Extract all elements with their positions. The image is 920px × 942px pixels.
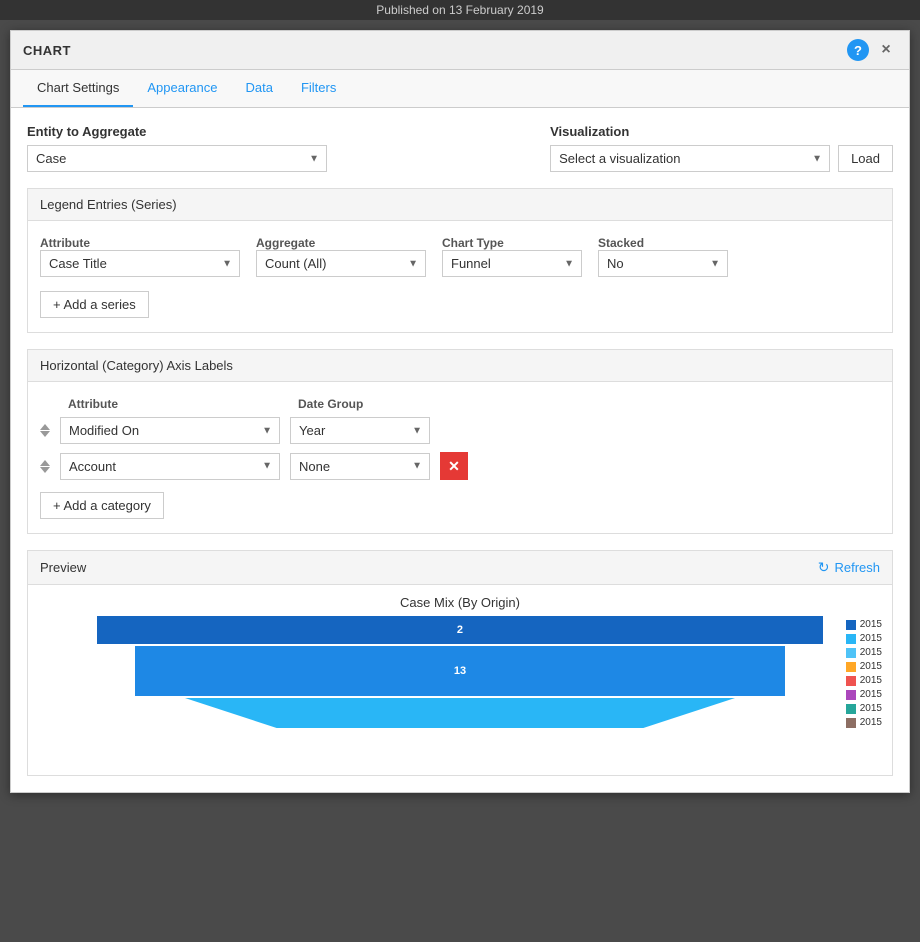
chart-dialog: CHART ? × Chart Settings Appearance Data… xyxy=(10,30,910,793)
visualization-select[interactable]: Select a visualization Bar Chart Line Ch… xyxy=(550,145,830,172)
entity-field-group: Entity to Aggregate Case Account Contact… xyxy=(27,124,526,172)
sort-up-1[interactable] xyxy=(40,424,50,430)
sort-arrows-1[interactable] xyxy=(40,424,50,437)
preview-section: Preview ↻ Refresh Case Mix (By Origin) 2 xyxy=(27,550,893,776)
legend-color-4 xyxy=(846,662,856,672)
aggregate-select-wrapper: Count (All) Sum Average Min Max ▼ xyxy=(256,250,426,277)
chart-content: 2 13 2015 xyxy=(38,616,882,728)
viz-select-wrapper: Select a visualization Bar Chart Line Ch… xyxy=(550,145,830,172)
legend-item-8: 2015 xyxy=(846,717,882,728)
visualization-field-group: Visualization Select a visualization Bar… xyxy=(550,124,893,172)
tab-data[interactable]: Data xyxy=(232,70,287,107)
legend-section: Legend Entries (Series) Attribute Aggreg… xyxy=(27,188,893,333)
load-button[interactable]: Load xyxy=(838,145,893,172)
legend-color-3 xyxy=(846,648,856,658)
funnel-bar-bot xyxy=(154,698,765,728)
sort-arrows-2[interactable] xyxy=(40,460,50,473)
stacked-select-wrapper: No Yes ▼ xyxy=(598,250,728,277)
axis-attribute-select-2[interactable]: Account Modified On Case Title Status xyxy=(60,453,280,480)
attribute-select-wrapper: Case Title Account Modified On Status Pr… xyxy=(40,250,240,277)
top-fields-row: Entity to Aggregate Case Account Contact… xyxy=(27,124,893,172)
preview-header: Preview ↻ Refresh xyxy=(28,551,892,585)
axis-row-1: Modified On Account Case Title Status ▼ … xyxy=(40,417,880,444)
entity-label: Entity to Aggregate xyxy=(27,124,526,139)
funnel-chart: 2 13 xyxy=(78,616,842,728)
axis-attr-select-wrapper-2: Account Modified On Case Title Status ▼ xyxy=(60,453,280,480)
entity-select-wrapper: Case Account Contact Lead ▼ xyxy=(27,145,327,172)
axis-row-2: Account Modified On Case Title Status ▼ … xyxy=(40,452,880,480)
stacked-select[interactable]: No Yes xyxy=(598,250,728,277)
charttype-select-wrapper: Funnel Bar Line Area Pie ▼ xyxy=(442,250,582,277)
legend-data-row: Case Title Account Modified On Status Pr… xyxy=(40,250,880,277)
axis-dategroup-select-1[interactable]: Year Quarter Month Day None xyxy=(290,417,430,444)
top-bar: Published on 13 February 2019 xyxy=(0,0,920,20)
axis-attr-select-wrapper-1: Modified On Account Case Title Status ▼ xyxy=(60,417,280,444)
preview-label: Preview xyxy=(40,560,86,575)
col-charttype-header: Chart Type xyxy=(442,235,582,250)
visualization-label: Visualization xyxy=(550,124,893,139)
dialog-title: CHART xyxy=(23,43,71,58)
legend-item-4: 2015 xyxy=(846,661,882,672)
tab-filters[interactable]: Filters xyxy=(287,70,350,107)
legend-section-body: Attribute Aggregate Chart Type Stacked xyxy=(28,221,892,332)
charttype-select[interactable]: Funnel Bar Line Area Pie xyxy=(442,250,582,277)
col-attribute-header: Attribute xyxy=(40,235,240,250)
chart-title: Case Mix (By Origin) xyxy=(38,595,882,610)
legend-color-8 xyxy=(846,718,856,728)
axis-dategroup-select-wrapper-2: None Year Quarter Month Day ▼ xyxy=(290,453,430,480)
help-button[interactable]: ? xyxy=(847,39,869,61)
funnel-bar-top: 2 xyxy=(97,616,823,644)
chart-legend: 2015 2015 2015 xyxy=(846,619,882,728)
axis-section: Horizontal (Category) Axis Labels Attrib… xyxy=(27,349,893,534)
attribute-select[interactable]: Case Title Account Modified On Status Pr… xyxy=(40,250,240,277)
legend-section-header: Legend Entries (Series) xyxy=(28,189,892,221)
entity-select[interactable]: Case Account Contact Lead xyxy=(27,145,327,172)
legend-column-headers: Attribute Aggregate Chart Type Stacked xyxy=(40,235,880,250)
axis-dategroup-select-2[interactable]: None Year Quarter Month Day xyxy=(290,453,430,480)
legend-item-2: 2015 xyxy=(846,633,882,644)
sort-down-1[interactable] xyxy=(40,431,50,437)
preview-body: Case Mix (By Origin) 2 13 xyxy=(28,585,892,775)
tab-chart-settings[interactable]: Chart Settings xyxy=(23,70,133,107)
chart-area: Case Mix (By Origin) 2 13 xyxy=(38,595,882,765)
sort-down-2[interactable] xyxy=(40,467,50,473)
axis-dategroup-header: Date Group xyxy=(298,396,438,411)
axis-section-body: Attribute Date Group Modified On xyxy=(28,382,892,533)
dialog-header: CHART ? × xyxy=(11,31,909,70)
legend-item-1: 2015 xyxy=(846,619,882,630)
legend-color-1 xyxy=(846,620,856,630)
legend-color-2 xyxy=(846,634,856,644)
header-actions: ? × xyxy=(847,39,897,61)
legend-color-6 xyxy=(846,690,856,700)
tab-appearance[interactable]: Appearance xyxy=(133,70,231,107)
legend-color-5 xyxy=(846,676,856,686)
viz-row: Select a visualization Bar Chart Line Ch… xyxy=(550,145,893,172)
legend-color-7 xyxy=(846,704,856,714)
col-stacked-header: Stacked xyxy=(598,235,728,250)
axis-dategroup-select-wrapper-1: Year Quarter Month Day None ▼ xyxy=(290,417,430,444)
sort-up-2[interactable] xyxy=(40,460,50,466)
legend-item-5: 2015 xyxy=(846,675,882,686)
refresh-icon: ↻ xyxy=(818,559,830,576)
add-category-button[interactable]: + Add a category xyxy=(40,492,164,519)
tab-bar: Chart Settings Appearance Data Filters xyxy=(11,70,909,108)
axis-column-headers: Attribute Date Group xyxy=(68,396,880,411)
axis-attr-header: Attribute xyxy=(68,396,288,411)
legend-item-7: 2015 xyxy=(846,703,882,714)
dialog-body: Entity to Aggregate Case Account Contact… xyxy=(11,108,909,792)
published-text: Published on 13 February 2019 xyxy=(376,3,543,17)
col-aggregate-header: Aggregate xyxy=(256,235,426,250)
axis-attribute-select-1[interactable]: Modified On Account Case Title Status xyxy=(60,417,280,444)
aggregate-select[interactable]: Count (All) Sum Average Min Max xyxy=(256,250,426,277)
axis-section-header: Horizontal (Category) Axis Labels xyxy=(28,350,892,382)
delete-row-2-button[interactable]: ✕ xyxy=(440,452,468,480)
add-series-button[interactable]: + Add a series xyxy=(40,291,149,318)
legend-item-6: 2015 xyxy=(846,689,882,700)
funnel-bar-mid: 13 xyxy=(135,646,784,696)
close-button[interactable]: × xyxy=(875,39,897,61)
refresh-button[interactable]: ↻ Refresh xyxy=(818,559,880,576)
legend-item-3: 2015 xyxy=(846,647,882,658)
